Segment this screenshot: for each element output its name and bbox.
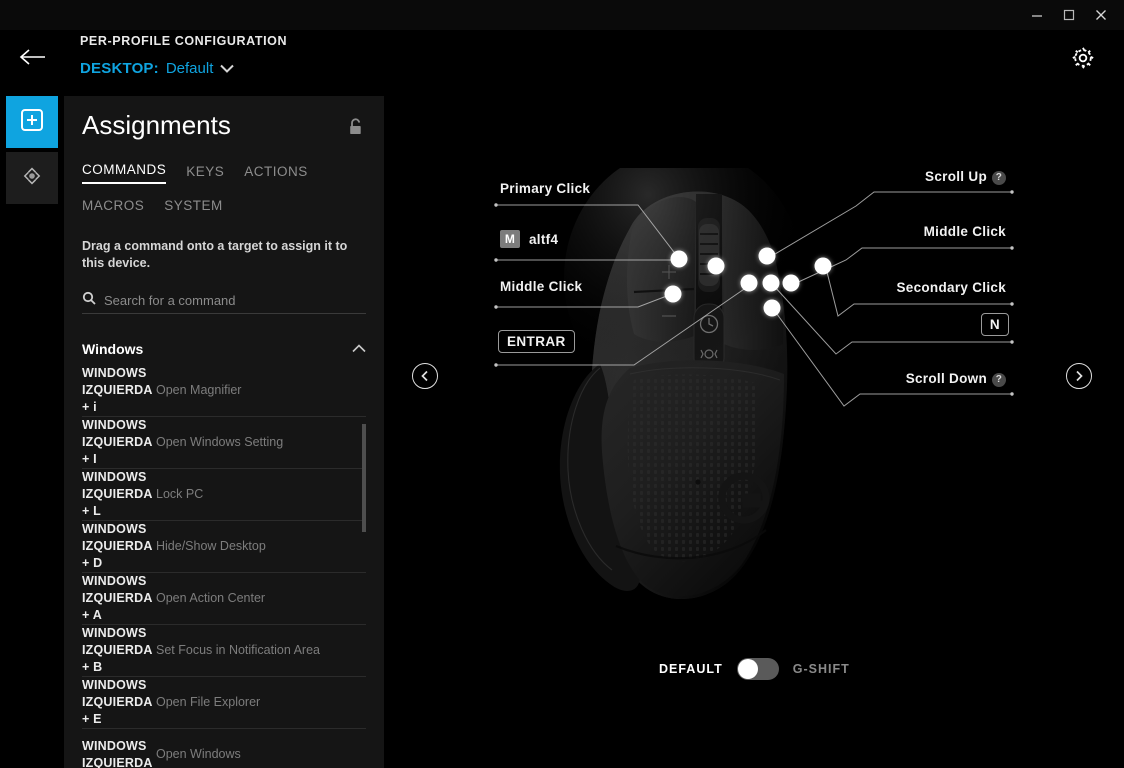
command-row[interactable]: WINDOWS IZQUIERDA + B Set Focus in Notifi… [82,624,366,676]
command-row[interactable]: WINDOWS IZQUIERDA + E Open File Explorer [82,676,366,728]
tab-row-secondary: MACROS SYSTEM [82,198,223,218]
target-dot-secondary-click[interactable] [814,257,832,275]
unlock-icon[interactable] [348,118,364,141]
label-n-key[interactable]: N [980,313,1009,336]
tab-actions[interactable]: ACTIONS [244,164,308,184]
command-row[interactable]: WINDOWS IZQUIERDA + D Hide/Show Desktop [82,520,366,572]
panel-title: Assignments [82,110,231,140]
command-list-scrollbar[interactable] [362,334,366,764]
target-dot-wheel-click[interactable] [762,274,780,292]
tab-system[interactable]: SYSTEM [164,198,223,218]
command-description: Open Magnifier [156,382,242,397]
command-row[interactable]: WINDOWS IZQUIERDA + i Open Magnifier [82,364,366,416]
minimize-button[interactable] [1022,0,1052,30]
mode-label-gshift[interactable]: G-SHIFT [793,662,850,676]
gshift-toggle[interactable] [736,658,779,680]
tab-keys[interactable]: KEYS [186,164,224,184]
dpad-icon [19,163,45,194]
command-description: Open Windows [156,747,241,761]
plus-square-icon [20,108,44,137]
mode-toggle-row: DEFAULT G-SHIFT [659,658,850,680]
tab-macros[interactable]: MACROS [82,198,144,218]
search-input[interactable] [104,293,354,308]
profile-name-value: Default [165,60,214,77]
target-dot-entrar[interactable] [740,274,758,292]
target-dot-scroll-down[interactable] [763,299,781,317]
command-key: WINDOWS IZQUIERDA + I [82,418,153,466]
command-row[interactable]: WINDOWS IZQUIERDA Open Windows [82,728,366,768]
command-list[interactable]: WINDOWS IZQUIERDA + i Open Magnifier WINDO… [64,364,384,768]
back-arrow-icon[interactable] [16,44,50,70]
command-row[interactable]: WINDOWS IZQUIERDA + A Open Action Center [82,572,366,624]
command-key: WINDOWS IZQUIERDA [82,738,153,768]
icon-rail [6,96,58,208]
label-entrar[interactable]: ENTRAR [498,330,575,353]
command-row[interactable]: WINDOWS IZQUIERDA + L Lock PC [82,468,366,520]
label-middle-click-right[interactable]: Middle Click [924,224,1006,239]
label-altf4[interactable]: M altf4 [500,230,558,248]
label-scroll-down-text: Scroll Down [905,371,987,386]
command-key: WINDOWS IZQUIERDA + B [82,626,153,674]
help-icon-scroll-down[interactable]: ? [992,372,1006,387]
assignments-panel: Assignments COMMANDS KEYS ACTIONS MACROS… [64,96,384,768]
tab-row-primary: COMMANDS KEYS ACTIONS [82,162,308,184]
target-dot-scroll-up[interactable] [758,247,776,265]
next-device-button[interactable] [1066,363,1092,389]
target-dot-g-button[interactable] [707,257,725,275]
target-dot-primary-click[interactable] [670,250,688,268]
maximize-button[interactable] [1054,0,1084,30]
command-description: Open Action Center [156,591,266,605]
command-key: WINDOWS IZQUIERDA + L [82,470,153,518]
command-description: Lock PC [156,487,204,501]
command-description: Open Windows Setting [156,435,284,449]
app-window: PER-PROFILE CONFIGURATION DESKTOP: Defau… [0,0,1124,768]
profile-selector[interactable]: DESKTOP: Default [80,60,235,77]
command-key: WINDOWS IZQUIERDA + E [82,678,153,726]
mouse-illustration [559,168,804,600]
command-key: WINDOWS IZQUIERDA + A [82,574,153,622]
macro-badge: M [500,230,520,248]
label-secondary-click[interactable]: Secondary Click [896,280,1006,295]
command-group-header[interactable]: Windows [82,334,366,364]
device-stage: Primary Click M altf4 Middle Click ENTRA… [384,88,1124,768]
title-bar [0,0,1124,30]
target-dot-middle-click-left[interactable] [664,285,682,303]
label-scroll-up-text: Scroll Up [925,169,987,184]
command-key: WINDOWS IZQUIERDA + i [82,365,153,414]
command-row[interactable]: WINDOWS IZQUIERDA + I Open Windows Settin… [82,416,366,468]
rail-item-sensitivity[interactable] [6,152,58,204]
toggle-knob [737,659,758,679]
command-list-region: Windows WINDOWS IZQUIERDA + i Open Magnif… [64,334,384,768]
chevron-down-icon[interactable] [220,64,235,73]
target-dot-middle-click-right[interactable] [782,274,800,292]
search-bar[interactable] [82,288,366,314]
label-primary-click[interactable]: Primary Click [500,181,590,196]
command-description: Set Focus in Notification Area [156,643,320,657]
rail-item-assignments[interactable] [6,96,58,148]
label-middle-click-left[interactable]: Middle Click [500,279,582,294]
command-group-name: Windows [82,341,144,357]
command-key: WINDOWS IZQUIERDA + D [82,522,153,570]
command-description: Open File Explorer [156,695,261,709]
label-scroll-up[interactable]: Scroll Up? [925,169,1006,185]
help-icon-scroll-up[interactable]: ? [992,170,1006,185]
drag-hint-text: Drag a command onto a target to assign i… [82,239,348,270]
previous-device-button[interactable] [412,363,438,389]
page-title: PER-PROFILE CONFIGURATION [80,34,288,48]
label-scroll-down[interactable]: Scroll Down? [906,371,1006,387]
profile-scope-label: DESKTOP: [80,60,159,77]
command-description: Hide/Show Desktop [156,539,266,553]
tab-commands[interactable]: COMMANDS [82,162,167,184]
scrollbar-thumb[interactable] [362,424,366,532]
mode-label-default[interactable]: DEFAULT [659,662,723,676]
search-icon [82,291,96,310]
gear-icon[interactable] [1070,45,1096,71]
label-altf4-text: altf4 [529,231,559,247]
close-button[interactable] [1086,0,1116,30]
